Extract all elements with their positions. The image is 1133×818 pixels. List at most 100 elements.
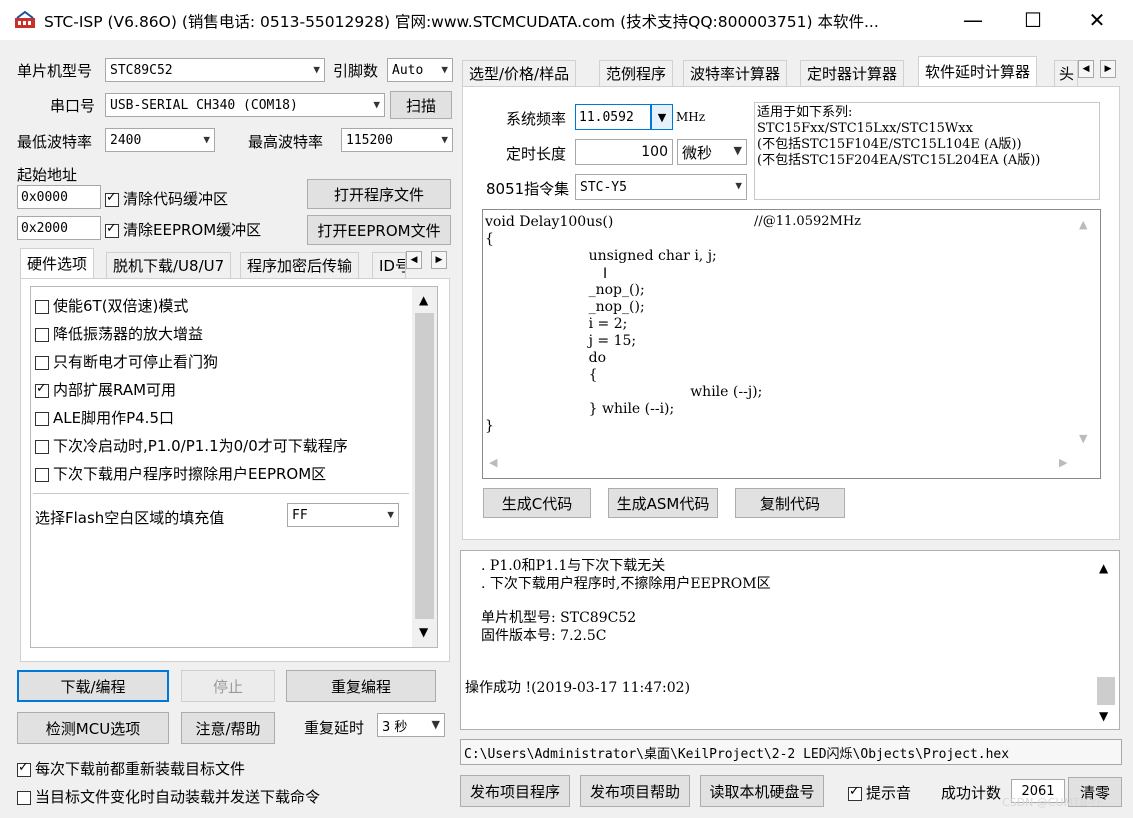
watermark: CSDN @CUMTB-YF bbox=[1002, 796, 1104, 809]
publish-help-button[interactable]: 发布项目帮助 bbox=[580, 775, 690, 807]
chevron-up-icon[interactable]: ▲ bbox=[1099, 561, 1108, 575]
chevron-down-icon[interactable]: ▼ bbox=[1099, 709, 1108, 723]
eeprom-address-input[interactable]: 0x2000 bbox=[17, 216, 101, 240]
publish-program-button[interactable]: 发布项目程序 bbox=[460, 775, 570, 807]
checkbox-icon bbox=[35, 355, 49, 370]
tab-examples[interactable]: 范例程序 bbox=[599, 60, 674, 86]
repeat-delay-label: 重复延时 bbox=[304, 719, 365, 737]
tab-header[interactable]: 头 bbox=[1054, 60, 1078, 86]
chevron-left-icon[interactable]: ◀ bbox=[489, 456, 497, 469]
chevron-down-icon: ▼ bbox=[373, 98, 380, 111]
chevron-up-icon[interactable]: ▲ bbox=[1079, 218, 1087, 231]
checkbox-icon bbox=[35, 327, 49, 342]
tab-offline-download[interactable]: 脱机下载/U8/U7 bbox=[106, 252, 232, 278]
chevron-down-icon: ▼ bbox=[387, 508, 394, 521]
tab-scroll-left-icon[interactable]: ◀ bbox=[406, 251, 422, 269]
chevron-down-icon[interactable]: ▼ bbox=[1079, 432, 1087, 445]
chevron-up-icon[interactable]: ▲ bbox=[419, 293, 428, 307]
code-line: { bbox=[553, 367, 598, 383]
chevron-down-icon[interactable]: ▼ bbox=[651, 104, 673, 130]
options-list: 使能6T(双倍速)模式 降低振荡器的放大增益 只有断电才可停止看门狗 内部扩展R… bbox=[30, 286, 438, 648]
fill-value-select[interactable]: FF ▼ bbox=[287, 503, 399, 527]
reprogram-button[interactable]: 重复编程 bbox=[286, 670, 436, 702]
log-output-area[interactable]: . P1.0和P1.1与下次下载无关 . 下次下载用户程序时,不擦除用户EEPR… bbox=[460, 550, 1120, 730]
help-button[interactable]: 注意/帮助 bbox=[181, 712, 275, 744]
option-cold-start[interactable]: 下次冷启动时,P1.0/P1.1为0/0才可下载程序 bbox=[35, 435, 348, 456]
pin-count-select[interactable]: Auto ▼ bbox=[387, 58, 453, 82]
app-logo-icon bbox=[14, 10, 36, 30]
tab-hardware-options[interactable]: 硬件选项 bbox=[20, 248, 95, 278]
checkbox-checked-icon bbox=[848, 784, 862, 801]
tab-scroll-right-icon[interactable]: ▶ bbox=[1100, 60, 1116, 78]
min-baud-label: 最低波特率 bbox=[17, 133, 93, 151]
mcu-model-select[interactable]: STC89C52 ▼ bbox=[105, 58, 325, 82]
open-eeprom-button[interactable]: 打开EEPROM文件 bbox=[307, 215, 451, 245]
generate-c-button[interactable]: 生成C代码 bbox=[483, 488, 591, 518]
option-6t-mode[interactable]: 使能6T(双倍速)模式 bbox=[35, 295, 188, 316]
window-title: STC-ISP (V6.86O) (销售电话: 0513-55012928) 官… bbox=[44, 13, 879, 31]
delay-length-input[interactable]: 100 bbox=[575, 139, 673, 165]
text-cursor-icon: I bbox=[603, 266, 608, 282]
generate-asm-button[interactable]: 生成ASM代码 bbox=[608, 488, 718, 518]
beep-checkbox[interactable]: 提示音 bbox=[848, 782, 911, 803]
code-address-input[interactable]: 0x0000 bbox=[17, 185, 101, 209]
system-frequency-label: 系统频率 bbox=[506, 110, 567, 128]
clear-code-checkbox[interactable]: 清除代码缓冲区 bbox=[105, 188, 228, 209]
check-mcu-button[interactable]: 检测MCU选项 bbox=[17, 712, 169, 744]
option-reduce-gain[interactable]: 降低振荡器的放大增益 bbox=[35, 323, 203, 344]
tab-timer-calculator[interactable]: 定时器计算器 bbox=[800, 60, 905, 86]
checkbox-checked-icon bbox=[35, 381, 49, 398]
checkbox-checked-icon bbox=[105, 221, 119, 238]
open-program-button[interactable]: 打开程序文件 bbox=[307, 179, 451, 209]
copy-code-button[interactable]: 复制代码 bbox=[735, 488, 845, 518]
instruction-set-select[interactable]: STC-Y5 ▼ bbox=[575, 174, 747, 200]
mcu-model-label: 单片机型号 bbox=[17, 62, 93, 80]
close-button[interactable]: ✕ bbox=[1072, 0, 1122, 40]
system-frequency-input[interactable]: 11.0592 bbox=[575, 104, 651, 130]
code-line: _nop_(); bbox=[553, 282, 645, 298]
option-erase-eeprom[interactable]: 下次下载用户程序时擦除用户EEPROM区 bbox=[35, 463, 326, 484]
log-line: . P1.0和P1.1与下次下载无关 bbox=[481, 558, 666, 574]
tab-selection-price[interactable]: 选型/价格/样品 bbox=[462, 60, 577, 86]
delay-length-label: 定时长度 bbox=[506, 145, 567, 163]
tab-scroll-right-icon[interactable]: ▶ bbox=[431, 251, 447, 269]
tab-baud-calculator[interactable]: 波特率计算器 bbox=[683, 60, 788, 86]
checkbox-icon bbox=[35, 411, 49, 426]
code-line: do bbox=[553, 350, 606, 366]
port-select[interactable]: USB-SERIAL CH340 (COM18) ▼ bbox=[105, 93, 385, 117]
clear-eeprom-checkbox[interactable]: 清除EEPROM缓冲区 bbox=[105, 219, 261, 240]
scrollbar-thumb[interactable] bbox=[415, 313, 434, 619]
tab-scroll-left-icon[interactable]: ◀ bbox=[1078, 60, 1094, 78]
scan-button[interactable]: 扫描 bbox=[390, 91, 452, 119]
minimize-button[interactable]: — bbox=[948, 0, 998, 40]
option-internal-ram[interactable]: 内部扩展RAM可用 bbox=[35, 379, 176, 400]
option-watchdog[interactable]: 只有断电才可停止看门狗 bbox=[35, 351, 218, 372]
tab-delay-calculator[interactable]: 软件延时计算器 bbox=[918, 56, 1038, 86]
code-output-area[interactable]: void Delay100us() { unsigned char i, j; … bbox=[482, 209, 1101, 479]
max-baud-select[interactable]: 115200 ▼ bbox=[341, 128, 453, 152]
repeat-delay-select[interactable]: 3 秒 ▼ bbox=[377, 713, 445, 737]
auto-reload-checkbox[interactable]: 当目标文件变化时自动装载并发送下载命令 bbox=[17, 786, 320, 807]
option-ale-p45[interactable]: ALE脚用作P4.5口 bbox=[35, 407, 174, 428]
options-scrollbar[interactable]: ▲ ▼ bbox=[412, 287, 437, 647]
min-baud-select[interactable]: 2400 ▼ bbox=[105, 128, 215, 152]
download-program-button[interactable]: 下载/编程 bbox=[17, 670, 169, 702]
code-line: } while (--i); bbox=[553, 401, 675, 417]
tab-encrypted-transfer[interactable]: 程序加密后传输 bbox=[240, 252, 360, 278]
tab-id[interactable]: ID号 bbox=[372, 252, 406, 278]
chevron-right-icon[interactable]: ▶ bbox=[1059, 456, 1067, 469]
stop-button[interactable]: 停止 bbox=[181, 670, 275, 702]
maximize-button[interactable]: ☐ bbox=[1008, 0, 1058, 40]
applicable-series-box: 适用于如下系列: STC15Fxx/STC15Lxx/STC15Wxx (不包括… bbox=[754, 102, 1100, 200]
delay-unit-select[interactable]: 微秒 ▼ bbox=[677, 139, 747, 165]
instruction-set-label: 8051指令集 bbox=[486, 180, 570, 198]
code-comment: //@11.0592MHz bbox=[754, 214, 862, 229]
reload-each-checkbox[interactable]: 每次下载前都重新装载目标文件 bbox=[17, 758, 245, 779]
code-line: { bbox=[485, 231, 494, 247]
scrollbar-thumb[interactable] bbox=[1097, 677, 1115, 705]
chevron-down-icon[interactable]: ▼ bbox=[419, 625, 428, 639]
read-disk-number-button[interactable]: 读取本机硬盘号 bbox=[700, 775, 824, 807]
chevron-down-icon: ▼ bbox=[441, 133, 448, 146]
code-line: void Delay100us() bbox=[485, 214, 614, 230]
code-line: _nop_(); bbox=[553, 299, 645, 315]
